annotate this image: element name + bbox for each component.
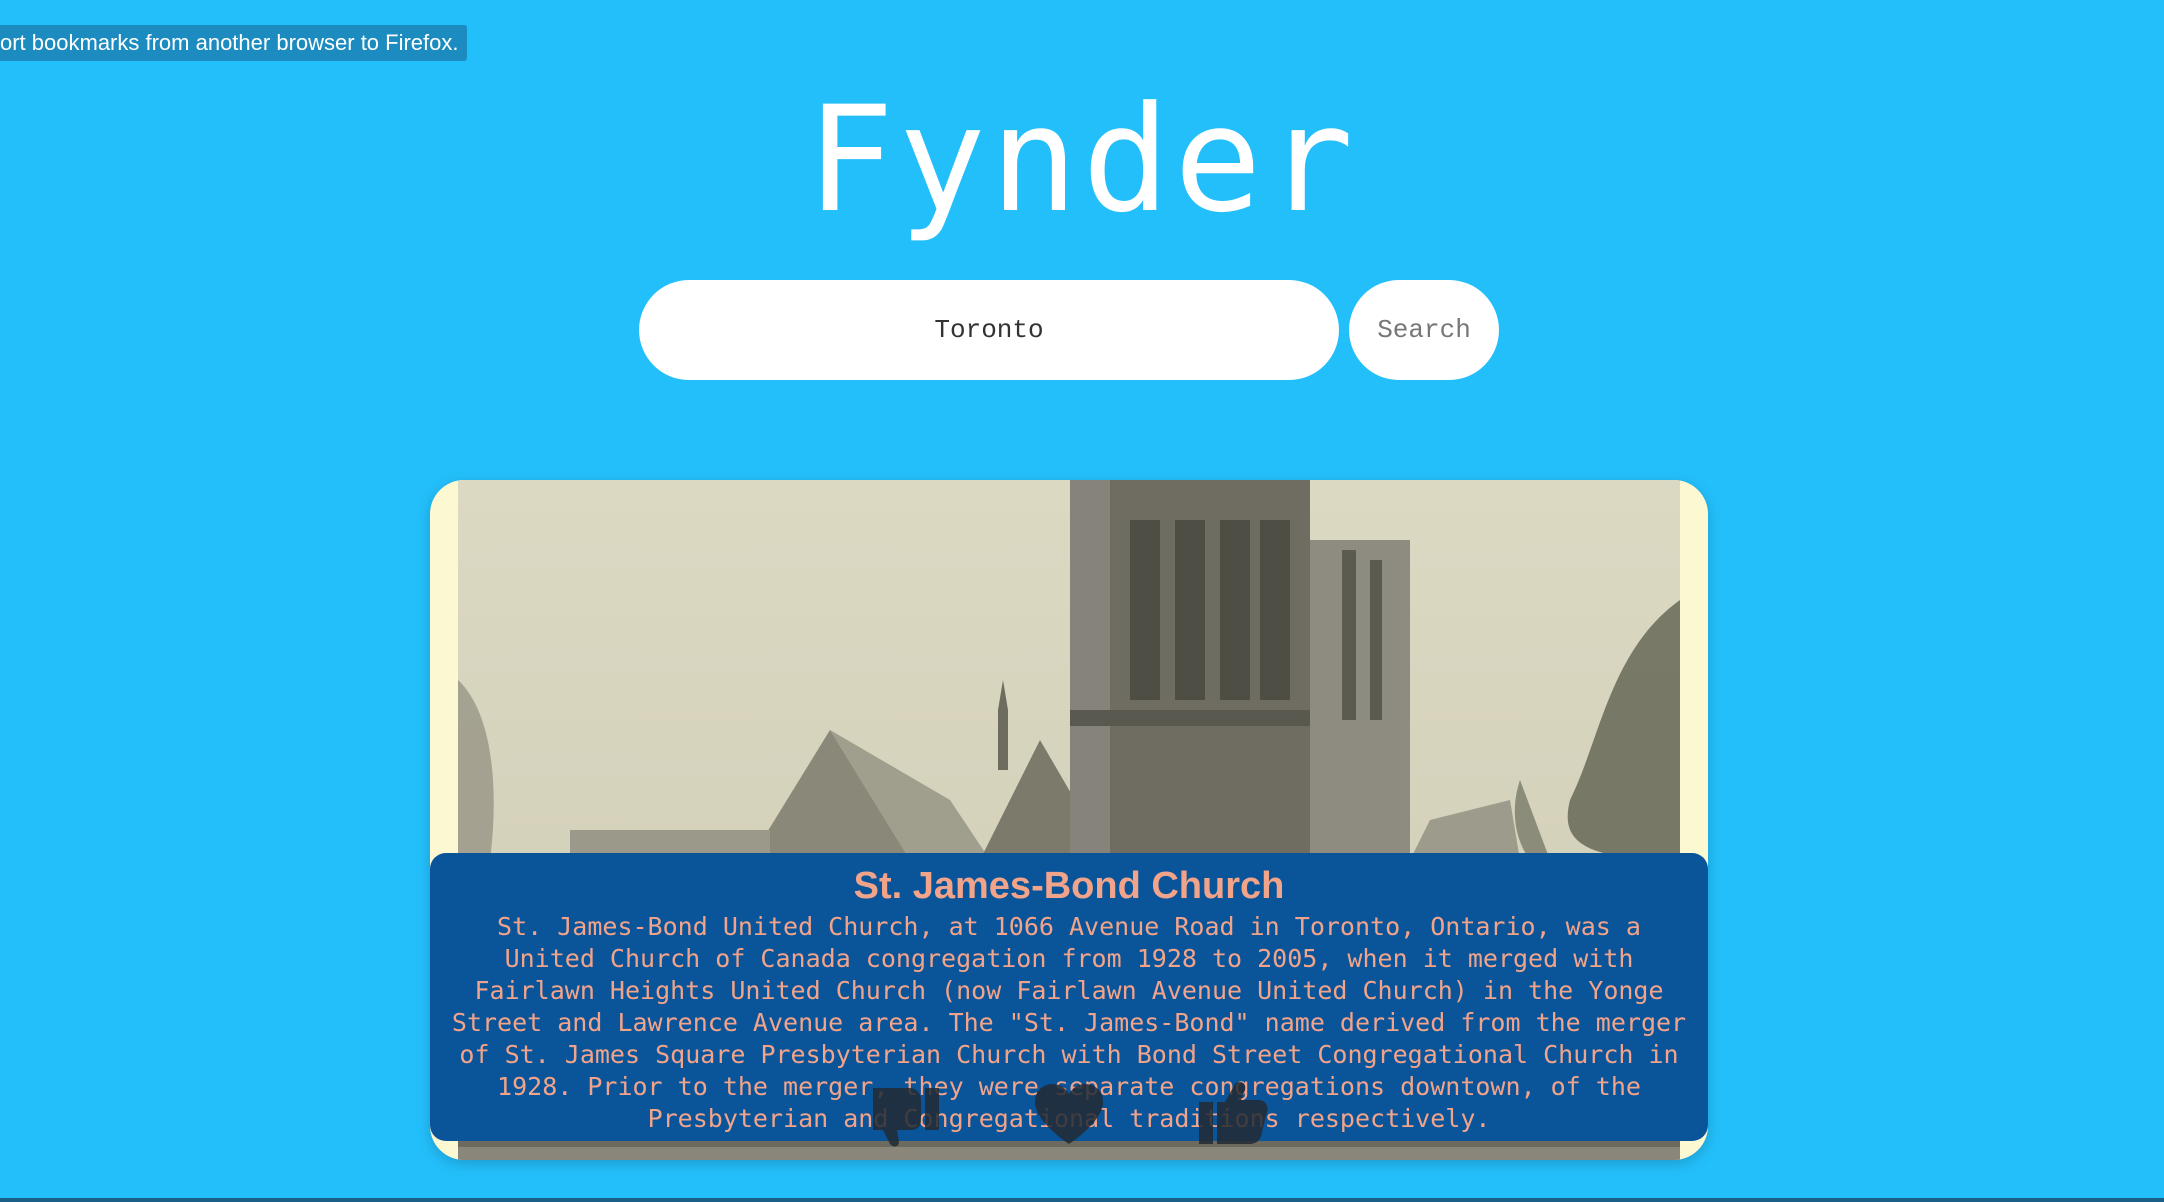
firefox-import-tooltip: ort bookmarks from another browser to Fi… xyxy=(0,25,467,61)
window-bottom-edge xyxy=(0,1198,2164,1202)
card-actions xyxy=(430,1080,1708,1150)
result-title: St. James-Bond Church xyxy=(853,865,1285,907)
app-title: Fynder xyxy=(806,75,1358,245)
like-icon[interactable] xyxy=(1191,1080,1271,1150)
search-button[interactable]: Search xyxy=(1349,280,1499,380)
search-input[interactable] xyxy=(639,280,1339,380)
heart-icon[interactable] xyxy=(1029,1080,1109,1150)
dislike-icon[interactable] xyxy=(867,1080,947,1150)
result-card[interactable]: St. James-Bond Church St. James-Bond Uni… xyxy=(430,480,1708,1160)
